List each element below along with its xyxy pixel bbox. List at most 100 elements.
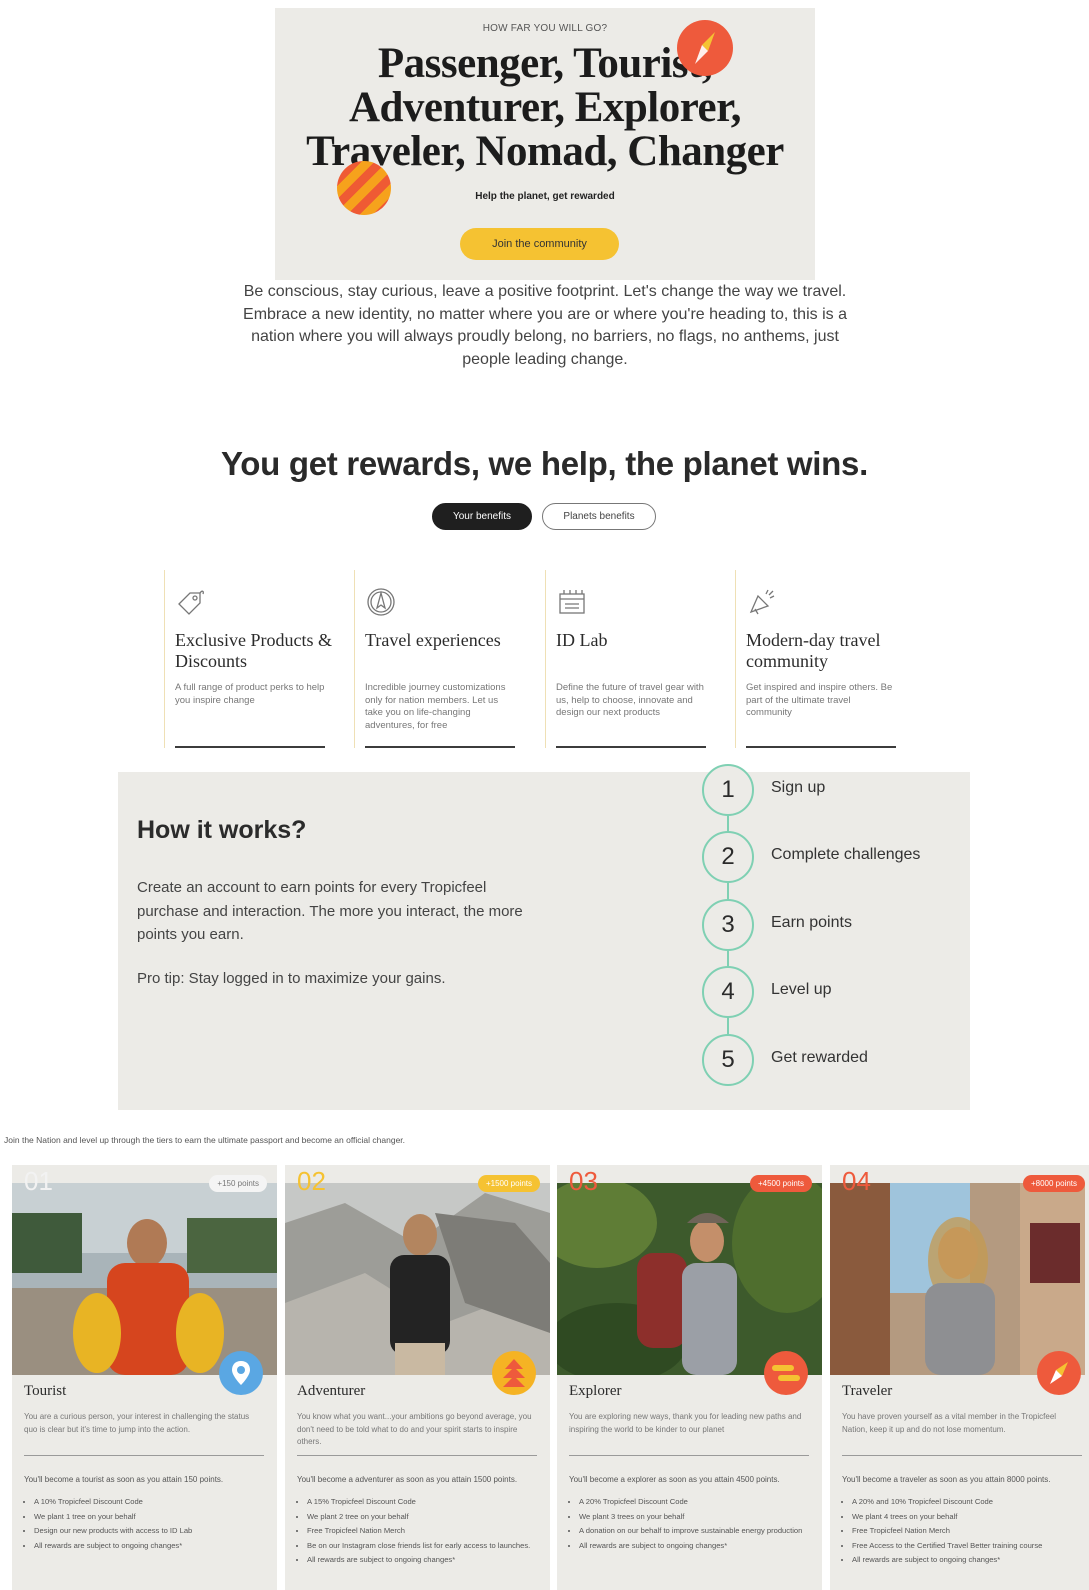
how-title: How it works? [137,816,307,844]
benefit-title: Exclusive Products & Discounts [175,630,332,671]
step-get-rewarded: 5 Get rewarded [702,1034,1002,1086]
step-number: 5 [702,1034,754,1086]
intro-line: people leading change. [462,350,628,368]
benefit-card-experiences: Travel experiences Incredible journey cu… [354,570,536,748]
benefit-card-community: Modern-day travel community Get inspired… [735,570,917,748]
list-item: Be on our Instagram close friends list f… [307,1540,537,1551]
tag-icon [175,586,207,618]
join-community-button[interactable]: Join the community [460,228,619,260]
hero-subtitle: Help the planet, get rewarded [475,191,615,202]
intro-line: Be conscious, stay curious, leave a posi… [243,283,847,300]
intro-line: nation where you will always proudly bel… [251,328,839,345]
tier-name: Explorer [569,1383,622,1399]
tier-attain-text: You'll become a tourist as soon as you a… [24,1475,224,1484]
list-item: We plant 2 tree on your behalf [307,1511,537,1522]
list-item: All rewards are subject to ongoing chang… [307,1554,537,1565]
list-item: We plant 3 trees on your behalf [579,1511,809,1522]
triangles-icon [492,1351,536,1395]
how-description: Create an account to earn points for eve… [137,879,523,943]
tier-perks-list: A 20% and 10% Tropicfeel Discount Code W… [852,1496,1082,1569]
list-item: A 20% Tropicfeel Discount Code [579,1496,809,1507]
pattern-badge-icon [337,161,391,215]
divider [569,1455,809,1456]
tier-perks-list: A 15% Tropicfeel Discount Code We plant … [307,1496,537,1569]
divider [365,746,515,748]
tier-attain-text: You'll become a traveler as soon as you … [842,1475,1051,1484]
step-level-up: 4 Level up [702,966,1002,1018]
tier-photo [557,1173,822,1383]
step-number: 1 [702,764,754,816]
list-item: We plant 1 tree on your behalf [34,1511,264,1522]
tiers-intro: Join the Nation and level up through the… [4,1135,406,1145]
tab-your-benefits[interactable]: Your benefits [432,503,532,530]
list-item: Free Tropicfeel Nation Merch [307,1525,537,1536]
benefit-title: Modern-day travel community [746,630,881,671]
megaphone-icon [746,586,778,618]
list-item: Free Tropicfeel Nation Merch [852,1525,1082,1536]
hero-eyebrow: HOW FAR YOU WILL GO? [482,23,608,34]
tier-points-badge: +4500 points [749,1175,812,1192]
compass-icon [1037,1351,1081,1395]
tier-name: Adventurer [297,1383,366,1399]
tier-photo [830,1183,1089,1375]
benefit-desc: A full range of product perks to help yo… [175,682,325,706]
benefit-desc: Incredible journey customizations only f… [365,682,506,731]
list-item: Design our new products with access to I… [34,1525,264,1536]
tier-perks-list: A 20% Tropicfeel Discount Code We plant … [579,1496,809,1554]
compass-icon [365,586,397,618]
tier-card-traveler[interactable]: 04 +8000 points Traveler You have proven… [830,1165,1089,1590]
map-pin-icon [219,1351,263,1395]
step-earn-points: 3 Earn points [702,899,1002,951]
benefit-title: ID Lab [556,630,608,650]
divider [842,1455,1082,1456]
pro-tip: Pro tip: Stay logged in to maximize your… [137,970,446,987]
tier-attain-text: You'll become a adventurer as soon as yo… [297,1475,518,1484]
tier-points-badge: +1500 points [477,1175,540,1192]
benefit-card-products: Exclusive Products & Discounts A full ra… [164,570,346,748]
how-it-works-section: How it works? Create an account to earn … [118,764,970,1110]
benefit-desc: Define the future of travel gear with us… [556,682,704,718]
tier-card-adventurer[interactable]: 02 +1500 points Adventurer You know what… [285,1165,550,1590]
tier-attain-text: You'll become a explorer as soon as you … [569,1475,780,1484]
step-sign-up: 1 Sign up [702,764,1002,816]
benefit-desc: Get inspired and inspire others. Be part… [746,682,893,718]
step-number: 3 [702,899,754,951]
list-item: A donation on our behalf to improve sust… [579,1525,809,1536]
step-complete-challenges: 2 Complete challenges [702,831,1002,883]
tier-card-tourist[interactable]: 01 +150 points Tourist You are a curious… [12,1165,277,1590]
tier-number: 01 [24,1166,53,1196]
tier-description: You know what you want...your ambitions … [297,1412,532,1446]
tier-card-explorer[interactable]: 03 +4500 points Explorer You are explori… [557,1165,822,1590]
stripes-icon [764,1351,808,1395]
list-item: Free Access to the Certified Travel Bett… [852,1540,1082,1551]
tier-number: 02 [297,1166,326,1196]
tier-points-badge: +150 points [209,1175,267,1192]
list-item: All rewards are subject to ongoing chang… [852,1554,1082,1565]
hero-title: Passenger, Tourist, Adventurer, Explorer… [275,42,815,174]
benefit-card-idlab: ID Lab Define the future of travel gear … [545,570,727,748]
list-item: A 15% Tropicfeel Discount Code [307,1496,537,1507]
compass-badge-icon [677,20,733,76]
list-item: All rewards are subject to ongoing chang… [34,1540,264,1551]
step-number: 4 [702,966,754,1018]
tier-points-badge: +8000 points [1022,1175,1085,1192]
tier-description: You have proven yourself as a vital memb… [842,1412,1057,1434]
list-item: A 20% and 10% Tropicfeel Discount Code [852,1496,1082,1507]
step-label: Complete challenges [771,846,921,863]
hero-title-line: Adventurer, Explorer, [348,84,742,131]
tier-perks-list: A 10% Tropicfeel Discount Code We plant … [34,1496,264,1554]
tier-description: You are exploring new ways, thank you fo… [569,1412,802,1434]
step-number: 2 [702,831,754,883]
divider [175,746,325,748]
step-label: Sign up [771,779,826,796]
step-label: Level up [771,981,832,998]
hero-banner: HOW FAR YOU WILL GO? Passenger, Tourist,… [275,8,815,280]
tier-description: You are a curious person, your interest … [24,1412,250,1434]
tier-photo [285,1183,550,1375]
benefit-title: Travel experiences [365,630,501,650]
tier-number: 04 [842,1166,871,1196]
tier-number: 03 [569,1166,598,1196]
intro-paragraph: Be conscious, stay curious, leave a posi… [220,281,870,371]
tab-planets-benefits[interactable]: Planets benefits [542,503,656,530]
list-item: We plant 4 trees on your behalf [852,1511,1082,1522]
